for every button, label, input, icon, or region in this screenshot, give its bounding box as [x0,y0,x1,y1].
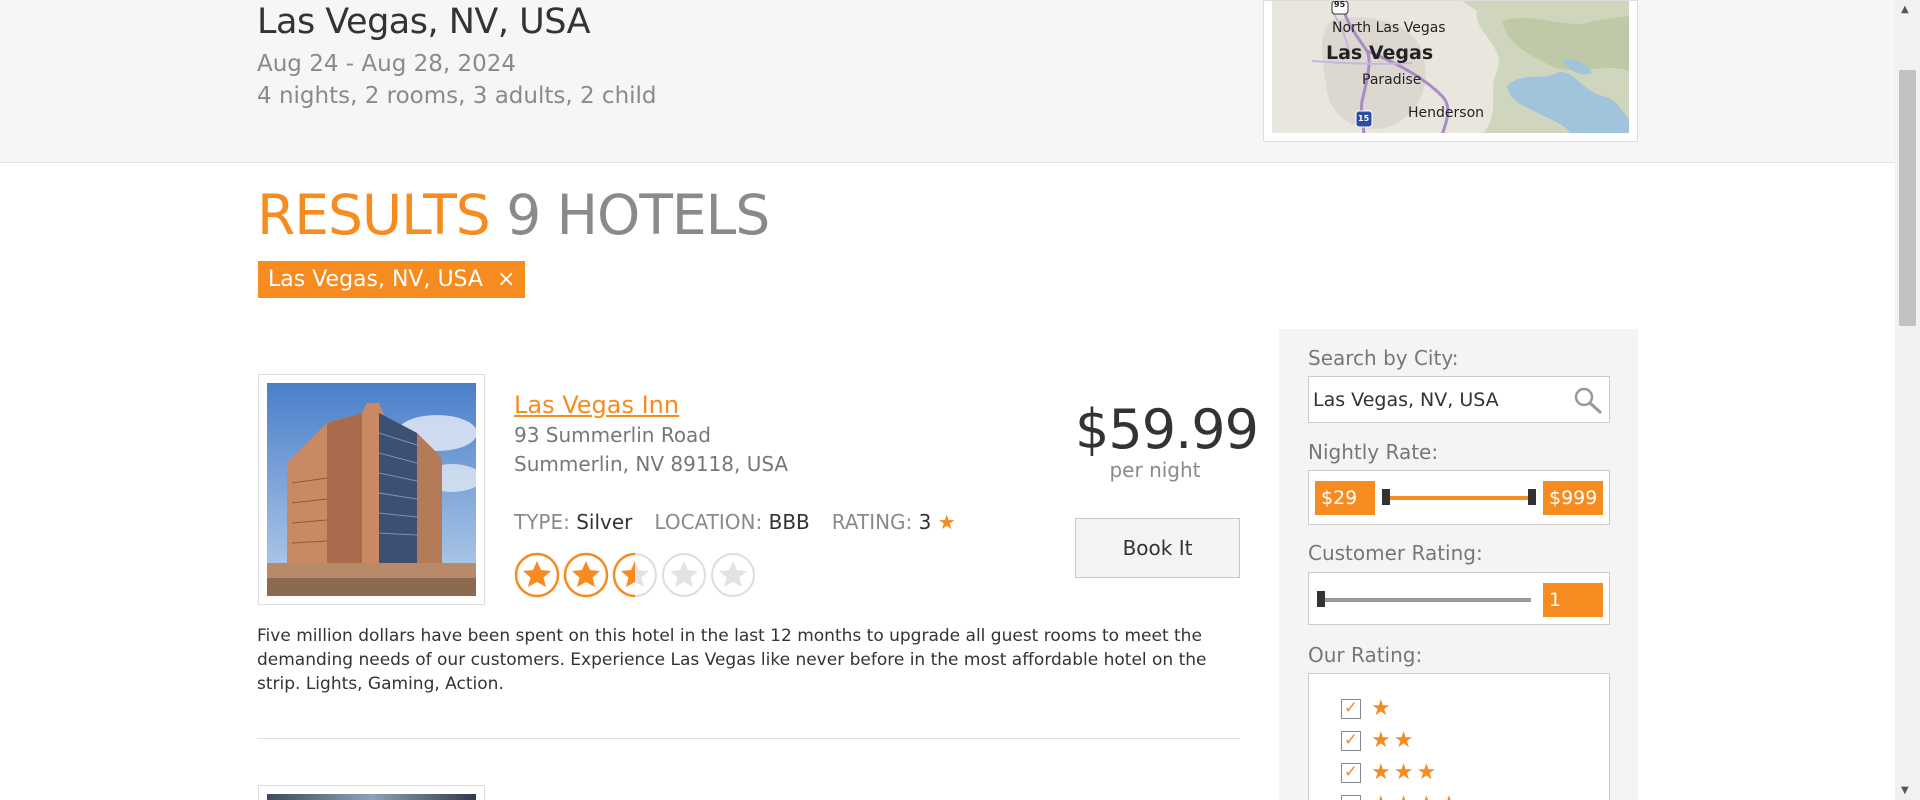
stay-summary: 4 nights, 2 rooms, 3 adults, 2 child [257,83,657,109]
remove-filter-icon[interactable]: × [497,267,515,292]
search-icon[interactable] [1573,386,1603,414]
hotel-price: $59.99 [1075,398,1259,461]
star-filled-icon [514,552,560,598]
our-rating-option[interactable]: ✓ ★★ [1341,728,1416,753]
our-rating-option[interactable]: ✓ ★ [1341,696,1394,721]
rating-stars-icon: ★★★ [1371,760,1440,785]
hotel-photo[interactable] [258,374,485,605]
page-scrollbar[interactable]: ▲ ▼ [1895,0,1920,800]
our-rating-option[interactable]: ★★★★ [1341,792,1462,800]
stay-dates: Aug 24 - Aug 28, 2024 [257,51,517,77]
scrollbar-thumb[interactable] [1899,70,1916,326]
hotel-location: LOCATION: BBB [654,510,809,534]
hotel-address-line1: 93 Summerlin Road [514,423,712,447]
hotel-name-link[interactable]: Las Vegas Inn [514,391,679,419]
rating-stars-icon: ★ [1371,696,1394,721]
map-label-henderson: Henderson [1408,105,1485,121]
rate-min-handle[interactable] [1382,489,1390,505]
star-empty-icon [662,553,706,597]
hotel-rating: RATING: 3 ★ [832,510,956,534]
results-word: RESULTS [257,183,491,247]
hotel-location-label: LOCATION: [654,510,763,534]
rating-checkbox[interactable]: ✓ [1341,730,1361,751]
star-empty-icon [711,553,755,597]
rate-max-handle[interactable] [1528,489,1536,505]
hotel-type: TYPE: Silver [514,510,632,534]
rating-stars-icon: ★★★★ [1371,792,1462,800]
rating-checkbox[interactable]: ✓ [1341,762,1361,783]
rate-max-value: $999 [1543,481,1603,515]
city-search-box[interactable] [1308,376,1610,423]
map-label-paradise: Paradise [1362,72,1422,88]
hotel-photo[interactable] [258,785,485,800]
rating-checkbox[interactable] [1341,794,1361,800]
customer-rating-label: Customer Rating: [1308,541,1483,565]
customer-rating-handle[interactable] [1317,591,1325,607]
results-heading: RESULTS 9 HOTELS [257,183,770,247]
hotel-rating-label: RATING: [831,510,913,534]
map-label-north-las-vegas: North Las Vegas [1332,20,1446,36]
rating-checkbox[interactable]: ✓ [1341,698,1361,719]
active-filter-label: Las Vegas, NV, USA [268,267,483,292]
hotel-type-value: Silver [576,510,633,534]
rating-stars-icon: ★★ [1371,728,1417,753]
our-rating-options: ✓★✓★★✓★★★★★★★ [1308,673,1610,800]
map-label-las-vegas: Las Vegas [1326,42,1434,64]
search-summary-band: Las Vegas, NV, USA Aug 24 - Aug 28, 2024… [0,0,1895,163]
map-canvas[interactable]: 95 North Las Vegas Las Vegas Paradise 15… [1272,1,1629,133]
hotel-description: Five million dollars have been spent on … [257,626,1207,694]
result-divider [257,738,1240,739]
our-rating-label: Our Rating: [1308,643,1423,667]
results-count: 9 HOTELS [506,183,770,247]
nightly-rate-slider[interactable]: $29 $999 [1308,470,1610,525]
hotel-photo-image [267,383,476,596]
price-per-night-label: per night [1109,458,1201,482]
destination-title: Las Vegas, NV, USA [257,2,591,42]
hotel-rating-value: 3 [918,510,932,534]
rate-range-track[interactable] [1385,496,1533,500]
hotel-location-value: BBB [768,510,810,534]
customer-rating-track[interactable] [1321,598,1531,602]
search-by-city-label: Search by City: [1308,346,1459,370]
hotel-meta-row: TYPE: Silver LOCATION: BBB RATING: 3 ★ [514,510,956,534]
customer-rating-slider[interactable]: 1 [1308,572,1610,625]
customer-rating-value: 1 [1543,583,1603,617]
scroll-up-arrow-icon[interactable]: ▲ [1901,4,1909,15]
hotel-address-line2: Summerlin, NV 89118, USA [514,452,789,476]
scroll-down-arrow-icon[interactable]: ▼ [1901,785,1909,796]
map-route-95-label: 95 [1334,1,1346,9]
hotel-photo-image [267,794,476,800]
star-filled-icon [563,552,609,598]
book-it-button[interactable]: Book It [1075,518,1240,578]
star-half-icon [612,552,657,598]
nightly-rate-label: Nightly Rate: [1308,440,1439,464]
active-filter-tag[interactable]: Las Vegas, NV, USA × [258,261,526,298]
hotel-type-label: TYPE: [514,510,570,534]
star-icon: ★ [937,510,956,534]
our-rating-option[interactable]: ✓ ★★★ [1341,760,1439,785]
city-search-input[interactable] [1309,388,1559,411]
rate-min-value: $29 [1315,481,1375,515]
destination-map[interactable]: 95 North Las Vegas Las Vegas Paradise 15… [1263,0,1638,142]
hotel-review-stars [514,552,756,598]
map-route-15-label: 15 [1358,114,1370,123]
